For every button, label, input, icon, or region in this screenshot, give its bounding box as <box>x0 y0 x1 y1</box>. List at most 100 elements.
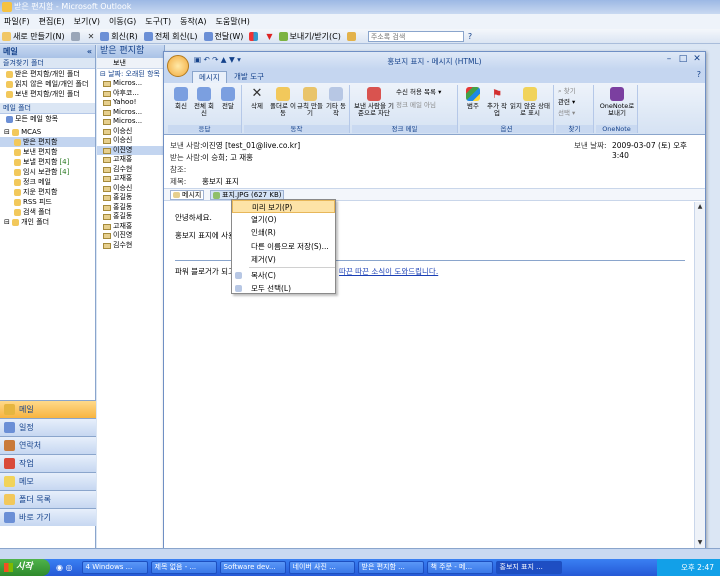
taskbar-button[interactable]: 책 주문 - 메... <box>426 561 493 574</box>
folder-item[interactable]: 보낸 편지함 <box>0 147 95 157</box>
not-junk-button[interactable]: 정크 메일 아님 <box>396 102 458 109</box>
follow-up-ribbon-button[interactable]: ⚑ 추가 작업 <box>486 87 508 117</box>
message-row[interactable]: 이승신 <box>97 127 164 137</box>
categorize-button[interactable] <box>249 31 260 41</box>
message-row[interactable]: 이진영 <box>97 231 164 241</box>
list-column-header[interactable]: 보낸 <box>97 58 164 69</box>
categorize-ribbon-button[interactable]: 범주 <box>462 87 484 110</box>
delete-button[interactable]: ✕ <box>88 32 95 41</box>
safe-senders-button[interactable]: 수신 허용 목록 ▾ <box>396 89 458 96</box>
message-row[interactable]: 김수현 <box>97 165 164 175</box>
message-row[interactable]: 이승신 <box>97 136 164 146</box>
taskbar-button[interactable]: 제목 없음 - ... <box>150 561 217 574</box>
nav-calendar-button[interactable]: 일정 <box>0 418 96 436</box>
message-row[interactable]: 김수현 <box>97 241 164 251</box>
message-row[interactable]: 야후코... <box>97 89 164 99</box>
favorite-sent[interactable]: 보낸 편지함/개인 폴더 <box>0 89 95 99</box>
nav-shortcuts-button[interactable]: 바로 가기 <box>0 508 96 526</box>
block-sender-button[interactable]: 보낸 사람을 기준으로 차단 <box>354 87 394 117</box>
message-row[interactable]: 홍길동 <box>97 203 164 213</box>
forward-ribbon-button[interactable]: 전달 <box>217 87 239 110</box>
help-icon[interactable]: ? <box>468 32 472 41</box>
reply-button[interactable]: 회신(R) <box>100 31 138 42</box>
taskbar-button[interactable]: 홍보지 표지 ... <box>495 561 562 574</box>
menu-actions[interactable]: 동작(A) <box>180 16 206 27</box>
message-row[interactable]: 고재홍 <box>97 222 164 232</box>
quick-launch-icons[interactable]: ◉ ◎ <box>56 563 73 572</box>
folder-item[interactable]: 임시 보관함 [4] <box>0 167 95 177</box>
reply-all-ribbon-button[interactable]: 전체 회신 <box>193 87 215 117</box>
from-value[interactable]: 이진영 [test_01@live.co.kr] <box>202 140 300 151</box>
to-value[interactable]: 이 승희; 고 재홍 <box>202 152 253 163</box>
other-actions-button[interactable]: 기타 동작 <box>324 87 348 117</box>
message-row[interactable]: Yahoo! <box>97 98 164 108</box>
folder-item[interactable]: ⊟ 개인 폴더 <box>0 217 95 227</box>
body-scrollbar[interactable]: ▲ ▼ <box>694 202 705 548</box>
select-button[interactable]: 선택 ▾ <box>558 110 592 117</box>
follow-up-button[interactable]: ▼ <box>266 32 272 41</box>
nav-tasks-button[interactable]: 작업 <box>0 454 96 472</box>
address-search-input[interactable]: 주소록 검색 <box>367 30 464 42</box>
taskbar-button[interactable]: Software dev... <box>219 561 286 574</box>
tab-message[interactable]: 메시지 <box>192 71 227 83</box>
message-row[interactable]: 홍길동 <box>97 193 164 203</box>
start-button[interactable]: 시작 <box>0 559 50 576</box>
taskbar-button[interactable]: 받은 편지함 ... <box>357 561 424 574</box>
favorite-unread[interactable]: 읽지 않은 메일/개인 폴더 <box>0 79 95 89</box>
menu-item-save-as[interactable]: 다른 이름으로 저장(S)... <box>232 240 335 253</box>
message-row[interactable]: 홍길동 <box>97 212 164 222</box>
forward-button[interactable]: 전달(W) <box>203 31 243 42</box>
create-rule-button[interactable]: 규칙 만들기 <box>297 87 323 117</box>
message-row[interactable]: Micros... <box>97 79 164 89</box>
nav-notes-button[interactable]: 메모 <box>0 472 96 490</box>
folder-item[interactable]: ⊟ MCAS <box>0 127 95 137</box>
reply-ribbon-button[interactable]: 회신 <box>170 87 192 110</box>
nav-contacts-button[interactable]: 연락처 <box>0 436 96 454</box>
folder-item[interactable]: 받은 편지함 <box>0 137 95 147</box>
new-button[interactable]: 새로 만들기(N) <box>2 31 65 42</box>
scroll-down-icon[interactable]: ▼ <box>695 538 705 548</box>
reply-all-button[interactable]: 전체 회신(L) <box>143 31 198 42</box>
office-button[interactable] <box>167 55 189 77</box>
favorite-inbox[interactable]: 받은 편지함/개인 폴더 <box>0 69 95 79</box>
menu-item-select-all[interactable]: 모두 선택(L) <box>232 282 335 295</box>
menu-item-print[interactable]: 인쇄(R) <box>232 226 335 239</box>
message-attachment-tab[interactable]: 메시지 <box>170 190 205 200</box>
related-button[interactable]: 관련 ▾ <box>558 99 592 106</box>
message-row[interactable]: 고재홍 <box>97 155 164 165</box>
message-row[interactable]: 이진영 <box>97 145 164 155</box>
footer-link[interactable]: 따끈 따끈 소식이 도와드립니다. <box>339 267 438 276</box>
all-mail-items[interactable]: 모든 메일 항목 <box>0 114 95 124</box>
send-receive-button[interactable]: 보내기/받기(C) <box>278 31 341 42</box>
folder-item[interactable]: 보낼 편지함 [4] <box>0 157 95 167</box>
minimize-icon[interactable]: – <box>663 54 675 65</box>
tab-developer[interactable]: 개발 도구 <box>228 71 270 83</box>
menu-item-preview[interactable]: 미리 보기(P) <box>232 200 335 214</box>
folder-item[interactable]: 검색 폴더 <box>0 207 95 217</box>
menu-item-remove[interactable]: 제거(V) <box>232 253 335 266</box>
taskbar-button[interactable]: 네이버 사진 ... <box>288 561 355 574</box>
folder-item[interactable]: 지운 편지함 <box>0 187 95 197</box>
menu-file[interactable]: 파일(F) <box>4 16 30 27</box>
expand-icon[interactable]: ⊟ <box>4 218 12 226</box>
mark-unread-button[interactable]: 읽지 않은 상태로 표시 <box>510 87 550 117</box>
address-book-button[interactable] <box>346 31 358 41</box>
expand-icon[interactable]: ⊟ <box>4 128 12 136</box>
print-button[interactable] <box>70 31 82 41</box>
menu-edit[interactable]: 편집(E) <box>39 16 65 27</box>
list-group-header[interactable]: ⊟ 날짜: 오래된 항목 <box>97 69 164 79</box>
taskbar-button[interactable]: 4 Windows ... <box>81 561 148 574</box>
find-button[interactable]: ⌕ 찾기 <box>558 88 592 95</box>
maximize-icon[interactable]: □ <box>677 54 689 65</box>
menu-go[interactable]: 이동(G) <box>109 16 136 27</box>
message-row[interactable]: 고재홍 <box>97 174 164 184</box>
collapse-nav-icon[interactable]: « <box>87 45 92 58</box>
nav-mail-button[interactable]: 메일 <box>0 400 96 418</box>
close-icon[interactable]: ✕ <box>691 54 703 65</box>
folder-item[interactable]: 정크 메일 <box>0 177 95 187</box>
menu-view[interactable]: 보기(V) <box>74 16 100 27</box>
delete-ribbon-button[interactable]: ✕ 삭제 <box>246 87 268 110</box>
menu-item-copy[interactable]: 복사(C) <box>232 269 335 282</box>
menu-item-open[interactable]: 열기(O) <box>232 213 335 226</box>
send-to-onenote-button[interactable]: OneNote로 보내기 <box>598 87 636 117</box>
